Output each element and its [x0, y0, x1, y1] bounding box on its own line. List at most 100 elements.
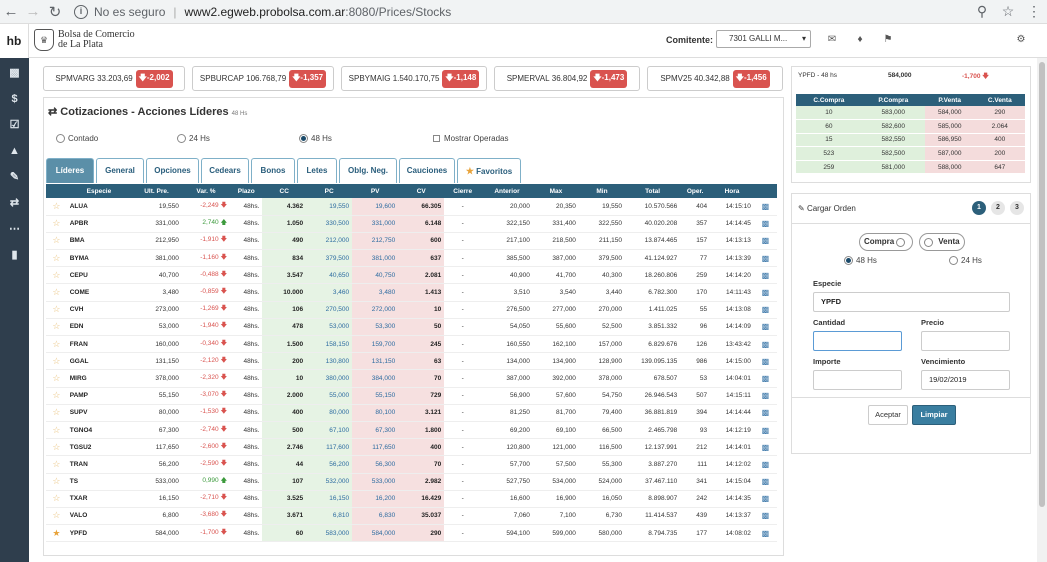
precio-input[interactable] [921, 331, 1010, 351]
pv-cell[interactable]: 6,830 [352, 507, 399, 526]
column-header[interactable]: Oper. [680, 184, 711, 198]
book-row[interactable]: 10 583,000 584,000 290 [796, 106, 1025, 121]
pv-cell[interactable]: 56,300 [352, 455, 399, 474]
column-header[interactable] [46, 184, 67, 198]
favorite-star-icon[interactable]: ☆ [52, 356, 60, 366]
pc-cell[interactable]: 16,150 [306, 490, 353, 508]
radio-circle[interactable] [949, 256, 958, 265]
column-header[interactable]: Plazo [230, 184, 263, 198]
tab-cedears[interactable]: Cedears [201, 158, 249, 183]
chart-icon[interactable]: ▩ [762, 408, 770, 417]
pv-cell[interactable]: 53,300 [352, 318, 399, 337]
pc-cell[interactable]: 19,550 [306, 198, 353, 216]
favorite-star-icon[interactable]: ☆ [52, 201, 60, 211]
book-row[interactable]: 15 582,550 586,950 400 [796, 133, 1025, 148]
favorite-star-icon[interactable]: ☆ [52, 510, 60, 520]
cantidad-input[interactable] [813, 331, 902, 351]
especie-cell[interactable]: TS [66, 473, 132, 491]
address-bar[interactable]: i No es seguro | www2.egweb.probolsa.com… [74, 2, 969, 22]
chart-icon[interactable]: ▩ [762, 477, 770, 486]
book-row[interactable]: 60 582,600 585,000 2.064 [796, 119, 1025, 134]
chart-icon[interactable]: ▩ [762, 511, 770, 520]
column-header[interactable] [753, 184, 777, 198]
column-header[interactable]: Max [532, 184, 579, 198]
especie-cell[interactable]: TXAR [66, 490, 132, 508]
favorite-star-icon[interactable]: ☆ [52, 304, 60, 314]
edit-icon[interactable]: ✎ [0, 164, 29, 190]
table-row[interactable]: ☆ FRAN 160,000 -0,340 🡇 48hs. 1.500 158,150 159… [46, 335, 777, 354]
column-header[interactable]: PV [352, 184, 399, 198]
order-radio-48[interactable]: 48 Hs [844, 256, 877, 265]
column-header[interactable]: Min [578, 184, 625, 198]
app-short-logo[interactable]: hb [0, 24, 29, 58]
column-header[interactable]: Var. % [181, 184, 231, 198]
tab-general[interactable]: General [96, 158, 144, 183]
especie-cell[interactable]: BMA [66, 232, 132, 251]
chart-icon[interactable]: ▩ [762, 460, 770, 469]
table-row[interactable]: ☆ APBR 331,000 2,740 🡅 48hs. 1.050 330,500 331,… [46, 215, 777, 233]
table-row[interactable]: ☆ TGSU2 117,650 -2,600 🡇 48hs. 2.746 117,600 11… [46, 438, 777, 457]
favorite-star-icon[interactable]: ☆ [52, 407, 60, 417]
favorite-star-icon[interactable]: ☆ [52, 390, 60, 400]
radio-circle[interactable] [844, 256, 853, 265]
pc-cell[interactable]: 56,200 [306, 455, 353, 474]
pv-cell[interactable]: 212,750 [352, 232, 399, 251]
book-row[interactable]: 259 581,000 588,000 647 [796, 160, 1025, 175]
table-row[interactable]: ☆ CEPU 40,700 -0,488 🡇 48hs. 3.547 40,650 40,75… [46, 266, 777, 285]
mail-icon[interactable]: ✉ [825, 34, 839, 45]
chart-icon[interactable]: ▩ [762, 340, 770, 349]
pc-cell[interactable]: 212,000 [306, 232, 353, 251]
favorite-star-icon[interactable]: ☆ [52, 235, 60, 245]
step-2[interactable]: 2 [991, 201, 1005, 215]
especie-cell[interactable]: GGAL [66, 352, 132, 371]
chart-icon[interactable]: ▩ [762, 322, 770, 331]
radio-circle[interactable] [896, 237, 906, 247]
tab-oblg-neg[interactable]: Oblg. Neg. [339, 158, 397, 183]
column-header[interactable]: Ult. Pre. [131, 184, 182, 198]
bell-icon[interactable]: ♦ [853, 34, 867, 45]
chart-icon[interactable]: ▩ [762, 357, 770, 366]
chart-icon[interactable]: ▩ [762, 391, 770, 400]
pv-cell[interactable]: 3,480 [352, 283, 399, 302]
pc-cell[interactable]: 380,000 [306, 369, 353, 388]
tab-opciones[interactable]: Opciones [146, 158, 199, 183]
column-header[interactable]: Anterior [481, 184, 533, 198]
chart-icon[interactable]: ▩ [762, 494, 770, 503]
radio-48hs[interactable]: 48 Hs [299, 134, 332, 143]
page-scrollbar[interactable] [1037, 58, 1047, 562]
column-header[interactable]: Total [624, 184, 681, 198]
checklist-icon[interactable]: ☑ [0, 112, 29, 138]
table-row[interactable]: ☆ COME 3,480 -0,859 🡇 48hs. 10.000 3,460 3,480 1… [46, 283, 777, 302]
table-row[interactable]: ☆ ALUA 19,550 -2,249 🡇 48hs. 4.362 19,550 19,60… [46, 198, 777, 216]
chart-icon[interactable]: ▩ [762, 236, 770, 245]
zoom-icon[interactable]: ⚲ [969, 3, 995, 20]
radio-circle[interactable] [924, 237, 933, 247]
favorite-star-icon[interactable]: ☆ [52, 253, 60, 263]
pc-cell[interactable]: 117,600 [306, 438, 353, 457]
especie-cell[interactable]: TGSU2 [66, 438, 132, 457]
pv-cell[interactable]: 19,600 [352, 198, 399, 216]
pv-cell[interactable]: 584,000 [352, 524, 399, 543]
chart-icon[interactable]: ▩ [762, 529, 770, 538]
chart-icon[interactable]: ▩ [0, 60, 29, 86]
pc-cell[interactable]: 270,500 [306, 301, 353, 319]
tab-cauciones[interactable]: Cauciones [399, 158, 455, 183]
forward-icon[interactable]: → [22, 3, 44, 20]
favorite-star-icon[interactable]: ☆ [52, 321, 60, 331]
table-row[interactable]: ☆ PAMP 55,150 -3,070 🡇 48hs. 2.000 55,000 55,15… [46, 387, 777, 405]
chart-icon[interactable]: ▩ [762, 374, 770, 383]
more-icon[interactable]: ⋯ [0, 216, 29, 242]
pc-cell[interactable]: 532,000 [306, 473, 353, 491]
chart-icon[interactable]: ▩ [762, 219, 770, 228]
favorite-star-icon[interactable]: ☆ [52, 287, 60, 297]
column-header[interactable]: Hora [710, 184, 754, 198]
importe-input[interactable] [813, 370, 902, 390]
favorite-star-icon[interactable]: ★ [52, 528, 60, 538]
favorite-star-icon[interactable]: ☆ [52, 218, 60, 228]
pv-cell[interactable]: 384,000 [352, 369, 399, 388]
chart-icon[interactable]: ▩ [762, 288, 770, 297]
favorite-star-icon[interactable]: ☆ [52, 442, 60, 452]
pv-cell[interactable]: 80,100 [352, 404, 399, 422]
chart-icon[interactable]: ▩ [762, 443, 770, 452]
especie-cell[interactable]: YPFD [66, 524, 132, 543]
